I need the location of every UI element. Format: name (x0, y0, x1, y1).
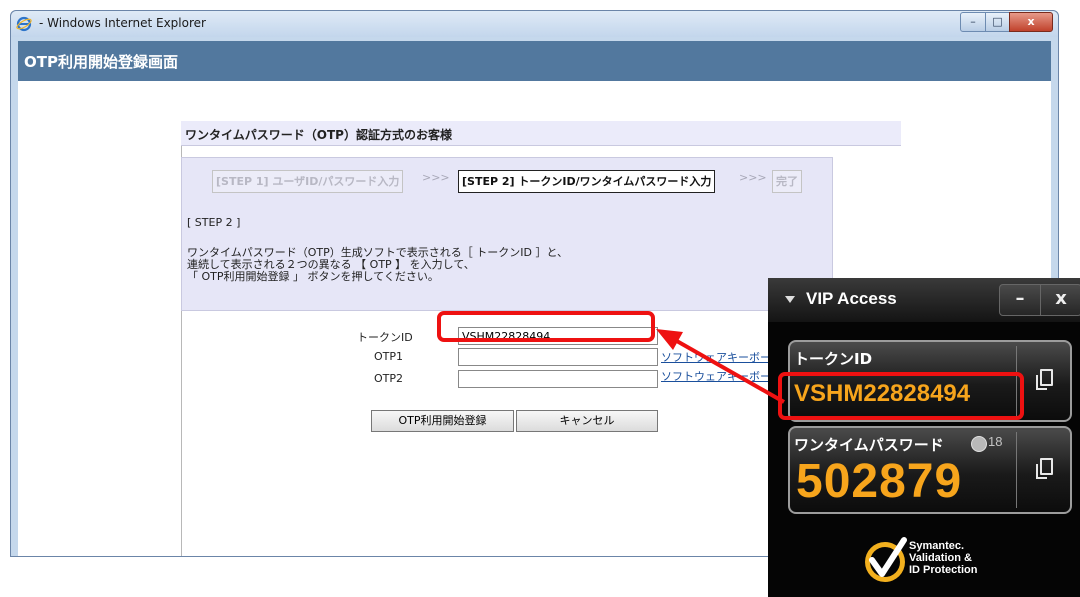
highlight-arrow (656, 329, 785, 404)
